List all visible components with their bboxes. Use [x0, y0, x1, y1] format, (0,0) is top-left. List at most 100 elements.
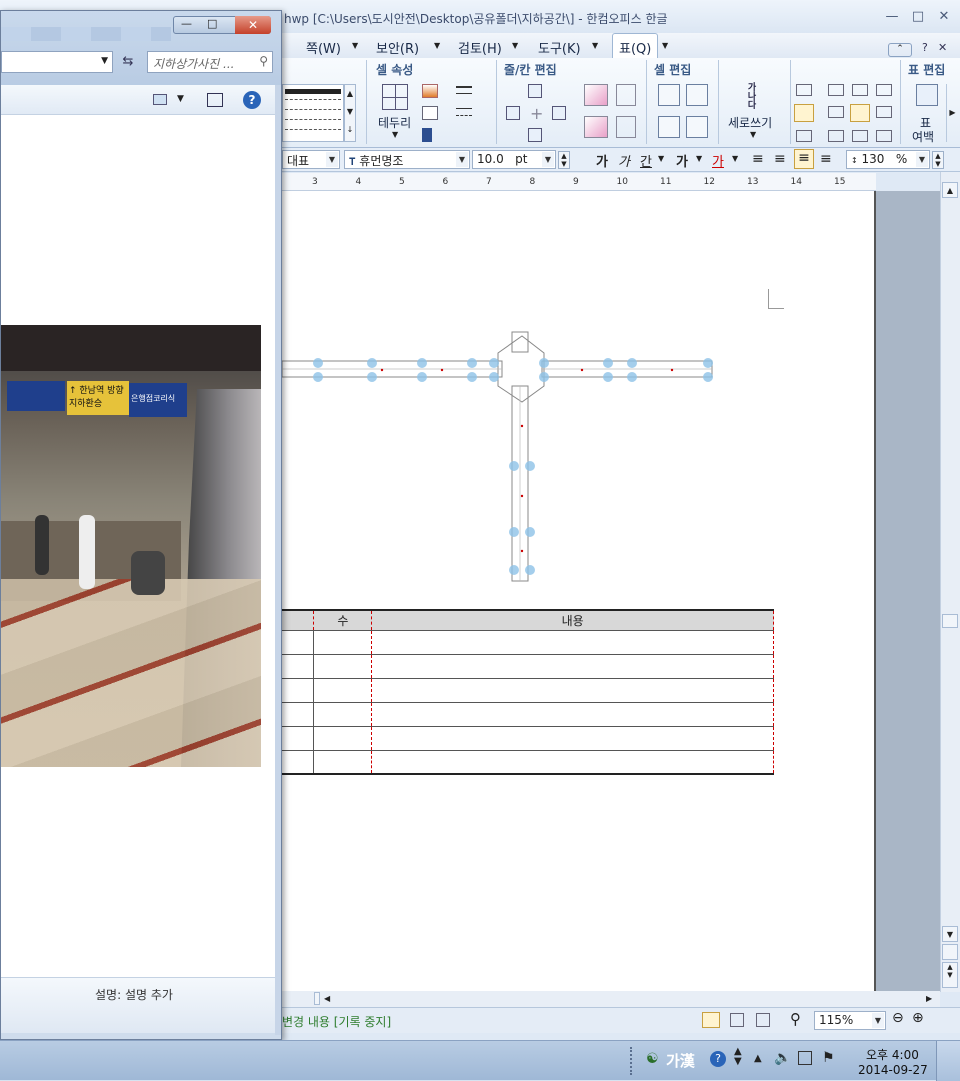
document-page[interactable]: 수 내용: [282, 191, 874, 991]
page-select-icon[interactable]: [942, 944, 958, 960]
table-header-cell[interactable]: [282, 609, 315, 631]
maximize-icon[interactable]: □: [910, 10, 926, 24]
align-mid-center-icon[interactable]: [828, 106, 844, 118]
table-cell[interactable]: [313, 726, 373, 751]
fill-icon[interactable]: [422, 106, 438, 120]
split-cells-icon[interactable]: [686, 84, 708, 106]
font-combo[interactable]: 𝐓 휴먼명조 ▼: [344, 150, 470, 169]
ex-close-icon[interactable]: ✕: [235, 16, 271, 34]
menu-tools[interactable]: 도구(K): [538, 38, 581, 57]
zoom-icon[interactable]: ⚲: [790, 1010, 801, 1028]
close-icon[interactable]: ✕: [936, 10, 952, 24]
insert-above-icon[interactable]: [528, 84, 542, 98]
equal-width-icon[interactable]: [658, 116, 680, 138]
ribbon-close-icon[interactable]: ✕: [938, 41, 947, 54]
align-mid-justify-icon[interactable]: [876, 106, 892, 118]
align-mid-right-icon[interactable]: [850, 104, 870, 122]
table-cell[interactable]: [371, 678, 774, 703]
tray-expand-icon[interactable]: ▲: [754, 1053, 762, 1064]
align-bottom-right-icon[interactable]: [852, 130, 868, 142]
spacing-spinner-icon[interactable]: ▲ ▼: [932, 151, 944, 169]
clock-date[interactable]: 2014-09-27: [858, 1063, 928, 1077]
insert-left-icon[interactable]: [506, 106, 520, 120]
gallery-scroll-icon[interactable]: ▲ ▼ ↓: [344, 84, 356, 142]
table-style-gallery[interactable]: [282, 84, 344, 142]
scroll-right-icon[interactable]: ▶: [926, 994, 932, 1003]
align-justify-icon[interactable]: ≡: [752, 151, 764, 167]
table-cell[interactable]: [313, 630, 373, 655]
search-icon[interactable]: ⚲: [259, 54, 268, 68]
cell-color-icon[interactable]: [422, 84, 438, 98]
align-mid-left-icon[interactable]: [794, 104, 814, 122]
show-desktop-button[interactable]: [936, 1041, 960, 1081]
scroll-left-icon[interactable]: ◀: [324, 994, 330, 1003]
menu-page[interactable]: 쪽(W): [306, 38, 341, 57]
insert-below-icon[interactable]: [528, 128, 542, 142]
scroll-down-icon[interactable]: ▼: [942, 926, 958, 942]
table-cell[interactable]: [371, 702, 774, 727]
zoom-combo[interactable]: 115% ▼: [814, 1011, 886, 1030]
horizontal-scrollbar[interactable]: ◀ ▶: [282, 991, 940, 1007]
page-nav-icon[interactable]: ▲ ▼: [942, 962, 958, 988]
table-cell[interactable]: [282, 654, 315, 679]
font-color-button[interactable]: 가: [712, 151, 724, 170]
line-thickness-icon[interactable]: [456, 108, 472, 116]
insert-right-icon[interactable]: [552, 106, 566, 120]
menu-review[interactable]: 검토(H): [458, 38, 502, 57]
table-cell[interactable]: [371, 726, 774, 751]
table-row[interactable]: [282, 702, 774, 727]
table-header-count[interactable]: 수: [313, 609, 373, 631]
scroll-up-icon[interactable]: ▲: [942, 182, 958, 198]
table-margin-label2[interactable]: 여백: [912, 128, 934, 145]
scroll-thumb[interactable]: [942, 614, 958, 628]
border-icon[interactable]: [382, 84, 408, 110]
align-bottom-justify-icon[interactable]: [876, 130, 892, 142]
document-area[interactable]: 수 내용: [282, 191, 940, 991]
action-center-icon[interactable]: ⚑: [822, 1050, 835, 1066]
view-normal-icon[interactable]: [702, 1012, 720, 1028]
ex-minimize-icon[interactable]: —: [181, 17, 192, 30]
view-full-icon[interactable]: [756, 1013, 770, 1027]
ex-maximize-icon[interactable]: □: [207, 17, 217, 30]
table-cell[interactable]: [313, 678, 373, 703]
table-cell[interactable]: [282, 630, 315, 655]
preview-pane-icon[interactable]: [207, 93, 223, 107]
table-cell[interactable]: [371, 750, 774, 775]
line-spacing-combo[interactable]: ↕ 130 % ▼: [846, 150, 930, 169]
table-cell[interactable]: [282, 750, 315, 775]
table-cell[interactable]: [313, 750, 373, 775]
equal-height-icon[interactable]: [686, 116, 708, 138]
table-cell[interactable]: [371, 654, 774, 679]
table-margin-icon[interactable]: [916, 84, 938, 106]
font-size-combo[interactable]: 10.0 pt ▼: [472, 150, 556, 169]
align-center-icon[interactable]: ≡: [794, 149, 814, 169]
align-top-left-icon[interactable]: [796, 84, 812, 96]
merge-cells-icon[interactable]: [658, 84, 680, 106]
table-cell[interactable]: [282, 678, 315, 703]
vertical-text-icon[interactable]: 가나다: [744, 84, 760, 111]
zoom-in-icon[interactable]: ⊕: [912, 1010, 924, 1026]
network-icon[interactable]: [798, 1051, 812, 1065]
cell-shade-icon[interactable]: [422, 128, 432, 142]
align-top-right-icon[interactable]: [852, 84, 868, 96]
ribbon-more-icon[interactable]: ▶: [946, 84, 958, 142]
align-right-icon[interactable]: ≡: [820, 151, 832, 167]
help-icon[interactable]: ?: [243, 91, 261, 109]
view-options-icon[interactable]: [153, 94, 167, 105]
table-row[interactable]: [282, 654, 774, 679]
table-cell[interactable]: [313, 654, 373, 679]
document-table[interactable]: 수 내용: [282, 609, 774, 775]
ribbon-collapse-icon[interactable]: ⌃: [888, 43, 912, 57]
zoom-out-icon[interactable]: ⊖: [892, 1010, 904, 1026]
table-row[interactable]: [282, 678, 774, 703]
clock-time[interactable]: 오후 4:00: [866, 1046, 919, 1063]
align-bottom-center-icon[interactable]: [828, 130, 844, 142]
horizontal-ruler[interactable]: 3 4 5 6 7 8 9 10 11 12 13 14 15: [282, 173, 876, 191]
menu-table[interactable]: 표(Q): [612, 33, 659, 60]
refresh-icon[interactable]: ⇆: [117, 51, 139, 73]
table-row[interactable]: [282, 726, 774, 751]
delete-col-icon[interactable]: [584, 116, 608, 138]
line-style-icon[interactable]: [456, 86, 472, 94]
track-changes-status[interactable]: 변경 내용 [기록 중지]: [282, 1013, 391, 1030]
view-dropdown-icon[interactable]: ▼: [177, 94, 184, 104]
